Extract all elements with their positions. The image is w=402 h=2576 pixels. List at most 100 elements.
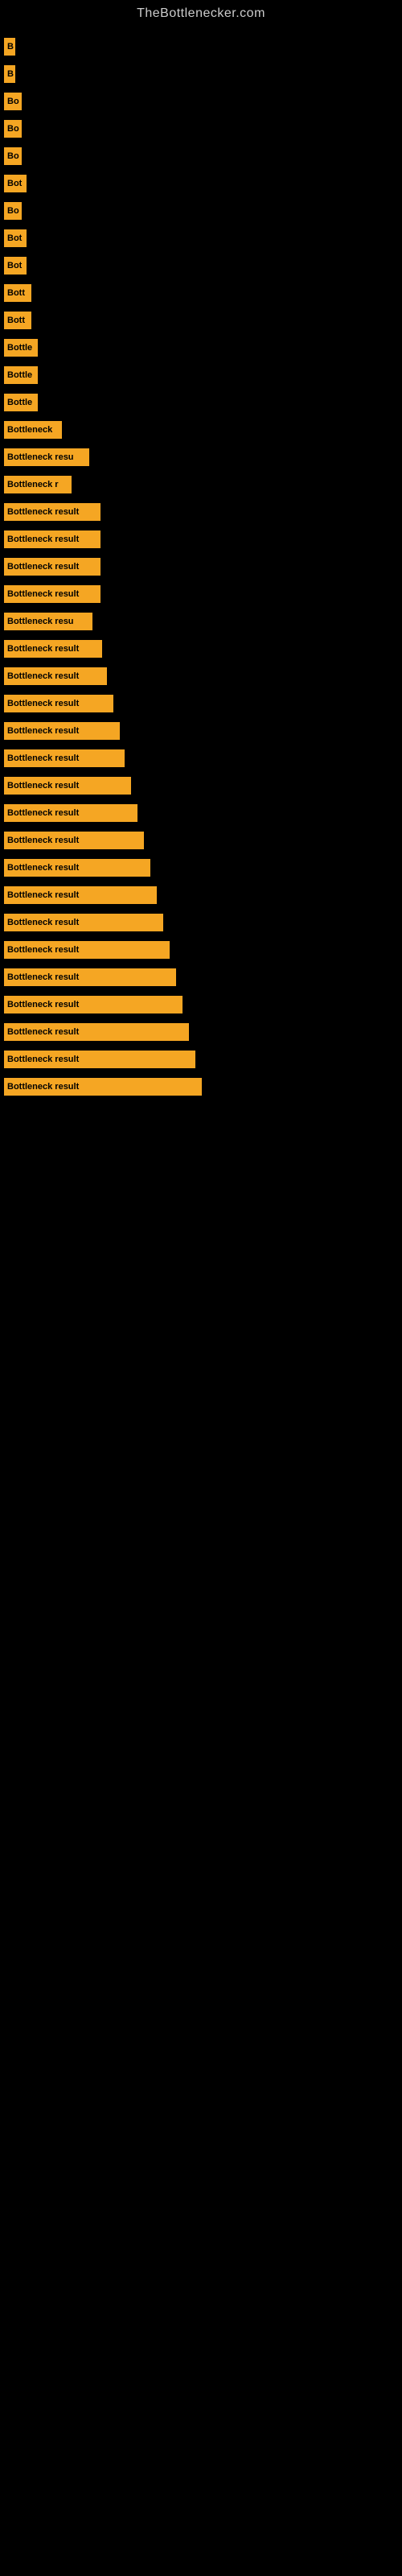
bar: Bottleneck result <box>4 777 131 795</box>
bar-row: Bottleneck result <box>4 774 402 797</box>
bar: Bottleneck result <box>4 558 100 576</box>
bar-row: Bottleneck result <box>4 1048 402 1071</box>
bar-label: Bottleneck result <box>7 863 79 873</box>
bar-row: Bot <box>4 227 402 250</box>
bar-row: Bottleneck result <box>4 911 402 934</box>
bar: Bott <box>4 284 31 302</box>
bar-label: Bot <box>7 233 22 243</box>
bar-row: Bottle <box>4 364 402 386</box>
bar-label: Bo <box>7 124 19 134</box>
bar: Bottleneck result <box>4 695 113 712</box>
bar: Bottleneck result <box>4 832 144 849</box>
bar-label: B <box>7 42 14 52</box>
bar: Bottleneck result <box>4 722 120 740</box>
bar-label: Bottleneck <box>7 425 52 435</box>
bar-row: Bottleneck result <box>4 638 402 660</box>
bar-row: Bottleneck r <box>4 473 402 496</box>
bar-row: Bot <box>4 254 402 277</box>
bar-row: Bottleneck result <box>4 692 402 715</box>
bar-label: Bottleneck resu <box>7 617 74 626</box>
bar-label: Bo <box>7 151 19 161</box>
bar: Bottleneck resu <box>4 448 89 466</box>
bar: Bot <box>4 257 27 275</box>
bars-container: B B Bo Bo Bo Bot Bo Bot Bot Bott Bott Bottle Bottle B… <box>0 27 402 1111</box>
bar: B <box>4 65 15 83</box>
bar-row: Bottleneck result <box>4 665 402 687</box>
bar-row: Bottleneck resu <box>4 610 402 633</box>
bar: Bot <box>4 229 27 247</box>
bar-row: Bottle <box>4 336 402 359</box>
bar-label: Bottleneck result <box>7 644 79 654</box>
bar-label: Bott <box>7 316 25 325</box>
bar: Bottle <box>4 366 38 384</box>
bar-label: Bottleneck result <box>7 671 79 681</box>
bar-label: Bottle <box>7 343 32 353</box>
bar: Bottleneck result <box>4 749 125 767</box>
bar-row: Bottleneck result <box>4 555 402 578</box>
bar-row: Bottleneck result <box>4 993 402 1016</box>
bar-label: Bottleneck resu <box>7 452 74 462</box>
bar: B <box>4 38 15 56</box>
bar: Bottleneck r <box>4 476 72 493</box>
bar: Bo <box>4 147 22 165</box>
bar-label: Bottleneck result <box>7 808 79 818</box>
bar: Bottleneck result <box>4 804 137 822</box>
bar-row: Bottleneck result <box>4 966 402 989</box>
bar-row: Bott <box>4 309 402 332</box>
bar-label: Bo <box>7 97 19 106</box>
bar-row: Bottleneck result <box>4 583 402 605</box>
bar-label: Bottleneck result <box>7 781 79 791</box>
bar-label: Bottleneck result <box>7 836 79 845</box>
bar: Bottleneck result <box>4 914 163 931</box>
bar: Bottleneck result <box>4 968 176 986</box>
bar: Bottle <box>4 394 38 411</box>
site-title: TheBottlenecker.com <box>0 0 402 27</box>
bar: Bottleneck result <box>4 859 150 877</box>
bar: Bottleneck result <box>4 667 107 685</box>
bar: Bottleneck result <box>4 503 100 521</box>
bar-row: Bottle <box>4 391 402 414</box>
bar-label: Bottleneck result <box>7 945 79 955</box>
bar-row: Bottleneck result <box>4 1075 402 1098</box>
bar-row: Bo <box>4 200 402 222</box>
bar: Bot <box>4 175 27 192</box>
bar-label: Bottleneck result <box>7 507 79 517</box>
bar: Bo <box>4 202 22 220</box>
bar: Bottleneck result <box>4 996 183 1013</box>
bar-row: Bottleneck result <box>4 884 402 906</box>
bar-row: Bo <box>4 90 402 113</box>
bar-label: Bottleneck result <box>7 1082 79 1092</box>
bar: Bottle <box>4 339 38 357</box>
bar: Bottleneck <box>4 421 62 439</box>
bar: Bottleneck resu <box>4 613 92 630</box>
bar: Bottleneck result <box>4 640 102 658</box>
bar: Bo <box>4 93 22 110</box>
bar-label: Bottleneck result <box>7 753 79 763</box>
site-title-container: TheBottlenecker.com <box>0 0 402 27</box>
bar-row: B <box>4 63 402 85</box>
bar-label: Bottleneck result <box>7 699 79 708</box>
bar: Bottleneck result <box>4 886 157 904</box>
bar-row: Bottleneck result <box>4 720 402 742</box>
bar-row: Bottleneck result <box>4 939 402 961</box>
bar-row: Bottleneck result <box>4 747 402 770</box>
bar: Bottleneck result <box>4 530 100 548</box>
bar-label: Bottle <box>7 370 32 380</box>
bar: Bott <box>4 312 31 329</box>
bar-label: Bottle <box>7 398 32 407</box>
bar: Bottleneck result <box>4 941 170 959</box>
bar-row: Bottleneck resu <box>4 446 402 469</box>
bar: Bottleneck result <box>4 1078 202 1096</box>
bar-row: Bottleneck result <box>4 1021 402 1043</box>
bar-label: Bo <box>7 206 19 216</box>
bar-label: Bott <box>7 288 25 298</box>
bar-label: Bottleneck result <box>7 589 79 599</box>
bar-label: Bottleneck result <box>7 562 79 572</box>
bar-row: Bottleneck <box>4 419 402 441</box>
bar: Bottleneck result <box>4 585 100 603</box>
bar-row: Bottleneck result <box>4 829 402 852</box>
bar-row: Bo <box>4 118 402 140</box>
bar-row: Bottleneck result <box>4 528 402 551</box>
bar-label: Bottleneck result <box>7 890 79 900</box>
bar: Bottleneck result <box>4 1023 189 1041</box>
